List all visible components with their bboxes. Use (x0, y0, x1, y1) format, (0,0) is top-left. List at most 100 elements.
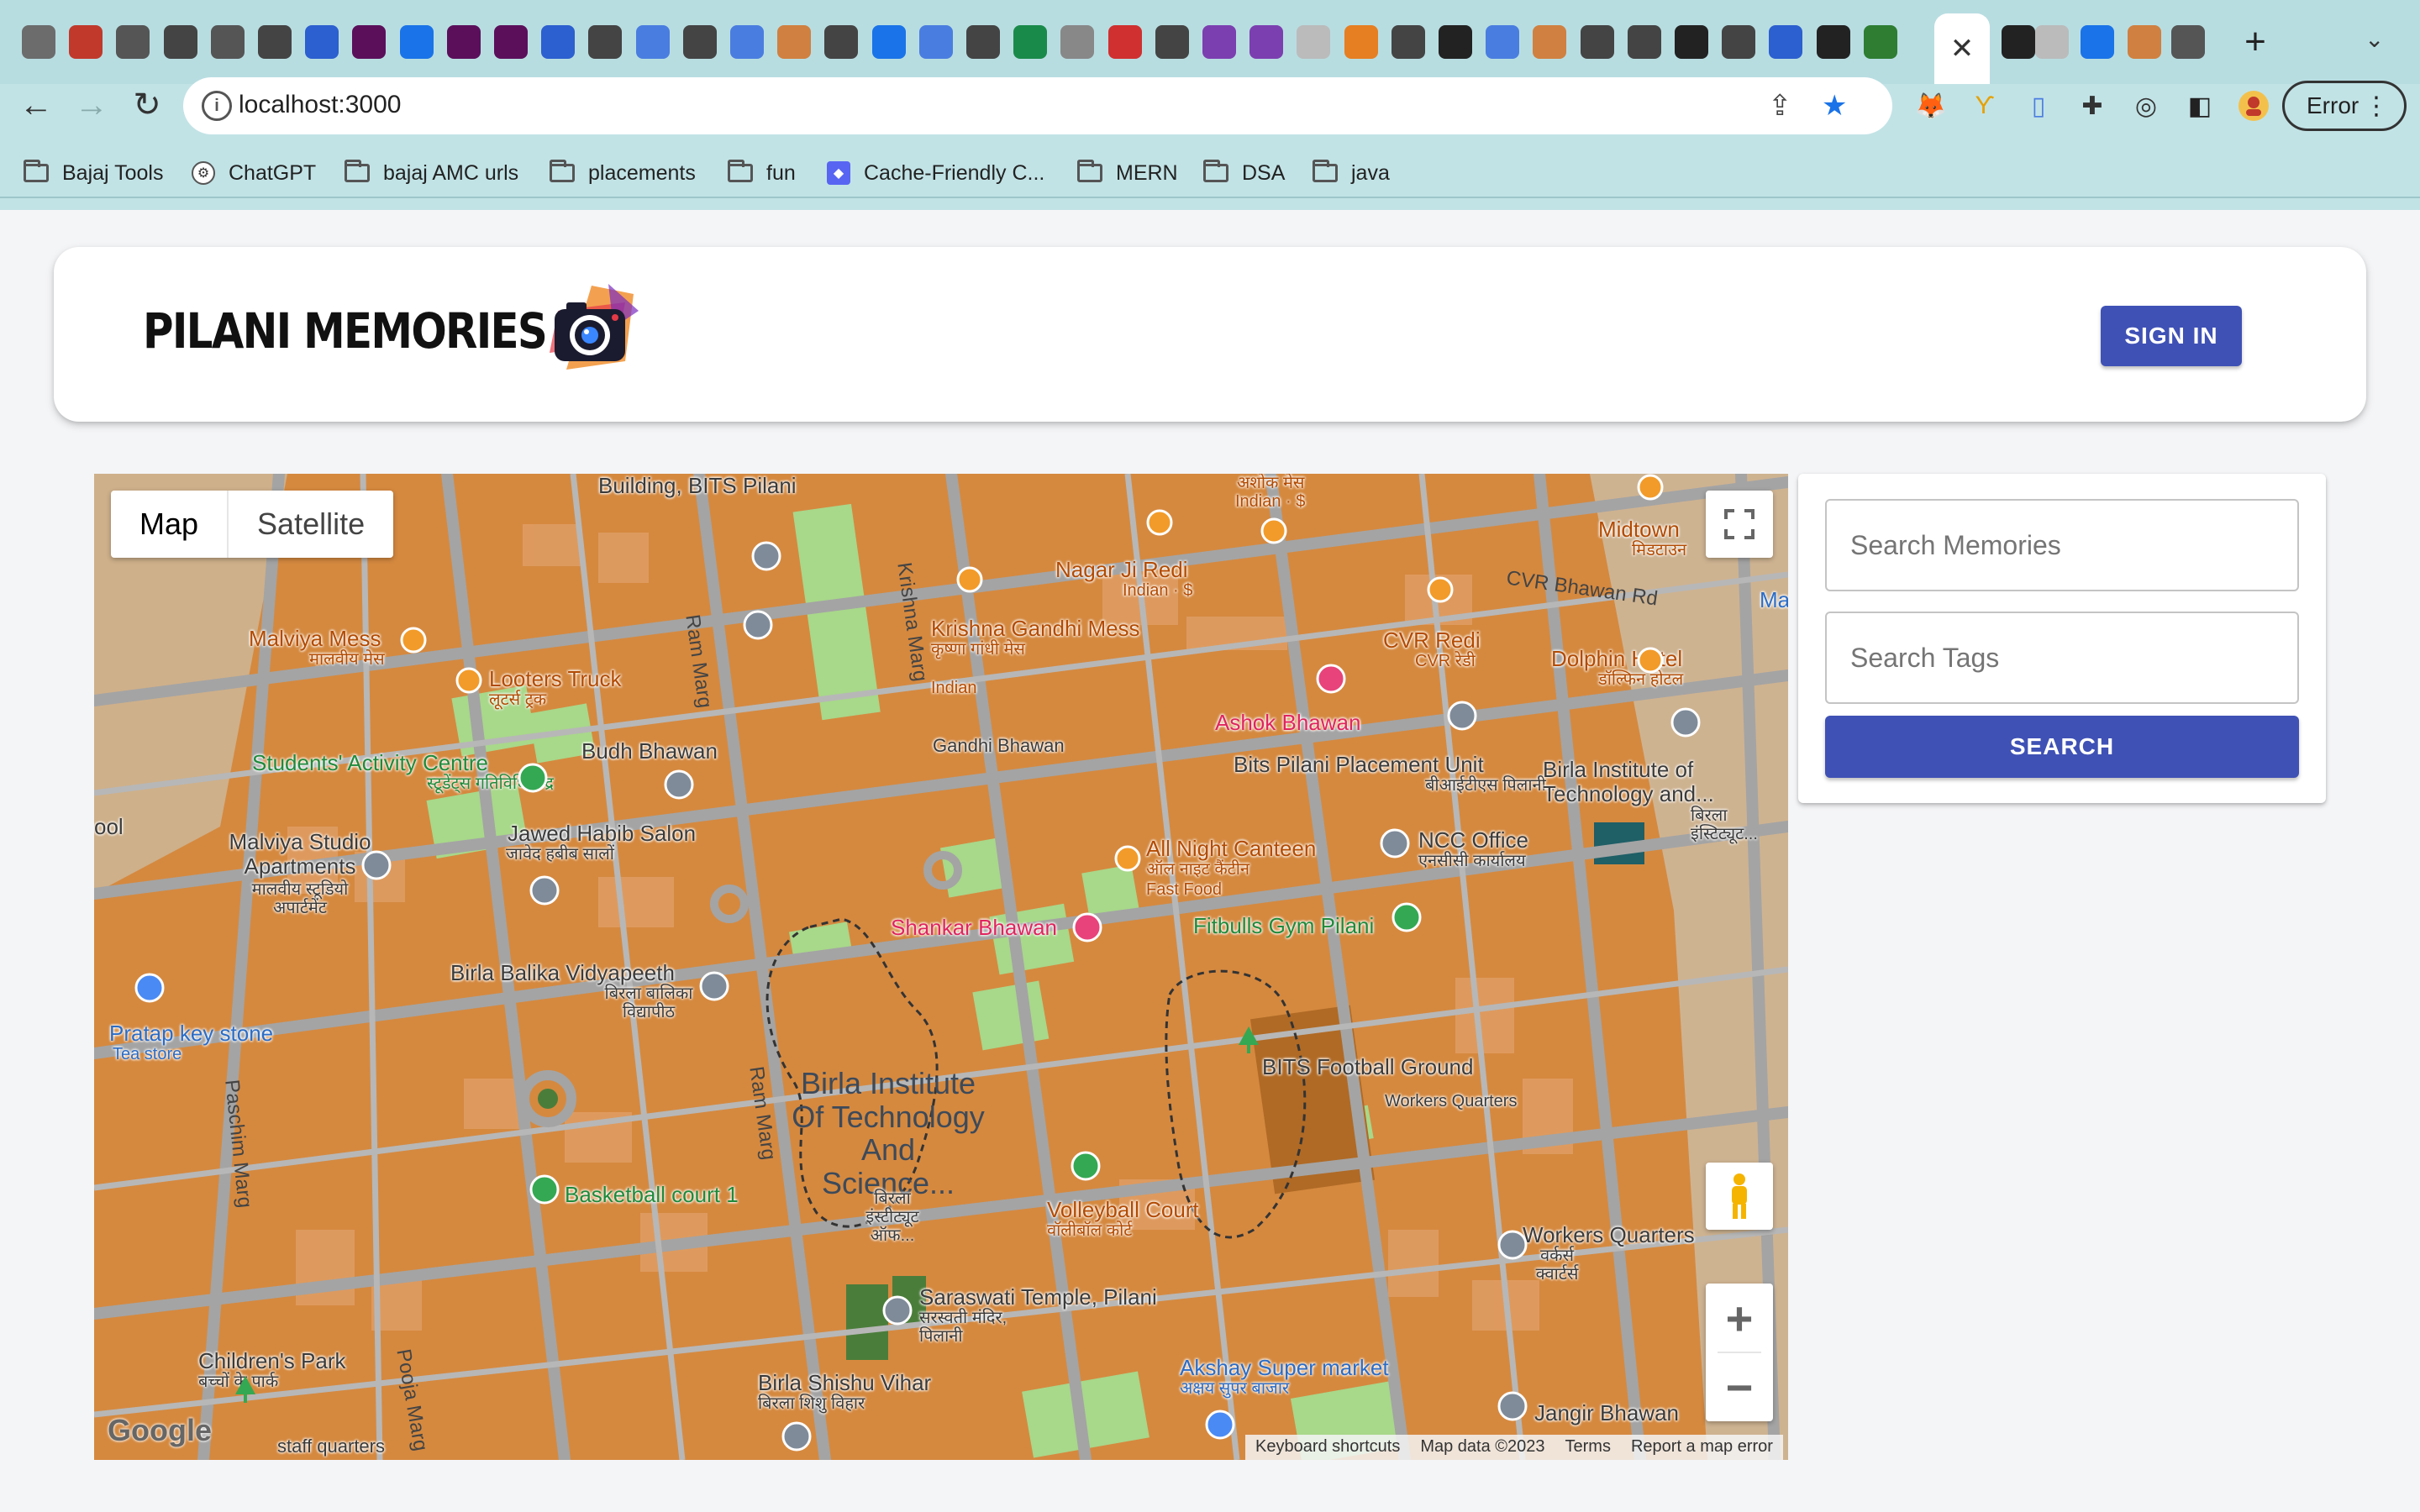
bookmark-mern[interactable]: MERN (1077, 156, 1178, 190)
tab-favicon-arrow-icon[interactable] (730, 25, 764, 59)
tab-favicon-safari-icon[interactable] (163, 25, 197, 59)
restaurant-pin-icon (1637, 647, 1664, 674)
site-info-icon[interactable]: i (202, 91, 232, 121)
tab-favicon-icon[interactable] (2002, 25, 2035, 59)
bookmark-fun[interactable]: fun (728, 156, 796, 190)
google-logo: Google (108, 1413, 212, 1447)
bookmark-dsa[interactable]: DSA (1203, 156, 1285, 190)
tab-favicon-arrow-icon[interactable] (1486, 25, 1520, 59)
tab-favicon-icon[interactable] (2171, 25, 2205, 59)
tab-favicon-diamond-icon[interactable] (399, 25, 434, 59)
tab-favicon-windows-icon[interactable] (1344, 25, 1378, 59)
side-panel-icon[interactable]: ◧ (2181, 87, 2218, 124)
tab-favicon-chrome-icon[interactable] (918, 25, 953, 59)
tab-favicon-runner-icon[interactable] (1107, 25, 1142, 59)
tab-favicon-diamond-icon[interactable] (871, 25, 906, 59)
hotel-pin-icon (1316, 664, 1346, 694)
address-bar[interactable]: i localhost:3000 ⇪ ★ (183, 77, 1892, 134)
tab-favicon-github-icon[interactable] (1816, 25, 1850, 59)
back-arrow-icon[interactable]: ← (15, 84, 57, 126)
tab-favicon-moon-icon[interactable] (1769, 25, 1803, 59)
sign-in-button[interactable]: SIGN IN (2101, 306, 2242, 366)
url-text[interactable]: localhost:3000 (239, 91, 401, 119)
tab-favicon-notion-icon[interactable] (69, 25, 103, 59)
keyboard-shortcuts-link[interactable]: Keyboard shortcuts (1245, 1435, 1410, 1460)
share-icon[interactable]: ⇪ (1768, 89, 1792, 123)
tab-favicon-icon[interactable] (2128, 25, 2161, 59)
tab-favicon-chrome-icon[interactable] (1580, 25, 1614, 59)
tab-favicon-generic-icon[interactable] (305, 25, 339, 59)
shopping-pin-icon (1205, 1410, 1235, 1440)
tab-favicon-chrome-icon[interactable] (588, 25, 623, 59)
tab-favicon-chrome-icon[interactable] (1391, 25, 1425, 59)
metamask-extension-icon[interactable]: 🦊 (1912, 87, 1949, 124)
extension-icon[interactable]: ◎ (2128, 87, 2165, 124)
close-tab-icon[interactable]: ✕ (1950, 32, 1975, 66)
bookmark-chatgpt[interactable]: ⚙ ChatGPT (192, 156, 316, 190)
tab-favicon-chrome-icon[interactable] (1155, 25, 1189, 59)
tab-favicon-chrome-icon[interactable] (682, 25, 717, 59)
tab-favicon-google-icon[interactable] (1060, 25, 1095, 59)
search-button[interactable]: SEARCH (1825, 716, 2299, 778)
folder-icon (550, 160, 575, 182)
profile-avatar-icon[interactable] (2235, 87, 2272, 124)
new-tab-button[interactable]: + (2235, 21, 2275, 62)
restaurant-pin-icon (1637, 474, 1664, 501)
brand-title[interactable]: PILANI MEMORIES (143, 302, 548, 360)
tab-favicon-xd-icon[interactable] (352, 25, 387, 59)
school-pin-icon (699, 971, 729, 1001)
tab-favicon-feather-icon[interactable] (777, 25, 812, 59)
tab-favicon-xd-icon[interactable] (494, 25, 528, 59)
tab-favicon-icon[interactable] (2081, 25, 2114, 59)
camera-logo-icon (550, 284, 639, 370)
bookmark-placements[interactable]: placements (550, 156, 696, 190)
search-memories-input[interactable] (1825, 499, 2299, 591)
tab-favicon-chrome-icon[interactable] (1627, 25, 1661, 59)
google-map[interactable]: Map Satellite + − Building, BITS Pilani … (94, 474, 1788, 1460)
tab-search-chevron-icon[interactable]: ⌄ (2365, 25, 2384, 53)
tab-favicon-figma-icon[interactable] (210, 25, 245, 59)
tab-favicon-github-icon[interactable] (1675, 25, 1708, 59)
tab-favicon-feather-icon[interactable] (1533, 25, 1567, 59)
hotel-pin-icon (1072, 912, 1102, 942)
bookmark-bajaj-tools[interactable]: Bajaj Tools (24, 156, 163, 190)
tab-favicon-chrome-icon[interactable] (1722, 25, 1756, 59)
tab-favicon-figma-icon[interactable] (116, 25, 150, 59)
reload-icon[interactable]: ↻ (126, 84, 168, 126)
tab-favicon-api-icon[interactable] (635, 25, 670, 59)
tab-favicon-generic-icon[interactable] (1297, 25, 1331, 59)
report-error-link[interactable]: Report a map error (1621, 1435, 1783, 1460)
restaurant-pin-icon (1146, 509, 1173, 536)
profile-error-button[interactable]: Error ⋮ (2282, 81, 2407, 131)
park-pin-icon (1071, 1151, 1101, 1181)
more-menu-icon[interactable]: ⋮ (2364, 92, 2389, 121)
tab-favicon-u-icon[interactable] (1249, 25, 1284, 59)
bookmark-star-icon[interactable]: ★ (1822, 89, 1847, 123)
search-tags-input[interactable] (1825, 612, 2299, 704)
tab-favicon-github-icon[interactable] (1439, 25, 1472, 59)
tab-favicon-chrome-icon[interactable] (824, 25, 859, 59)
chrome-divider (0, 197, 2420, 198)
terms-link[interactable]: Terms (1555, 1435, 1621, 1460)
tab-favicon-generic-icon[interactable] (541, 25, 576, 59)
tab-favicon-icon[interactable] (2035, 25, 2069, 59)
tab-favicon-xd-icon[interactable] (446, 25, 481, 59)
forward-arrow-icon[interactable]: → (71, 84, 113, 126)
tab-favicon-infinity-icon[interactable] (1863, 25, 1897, 59)
active-tab[interactable]: ✕ (1934, 13, 1990, 84)
tab-favicon-chatgpt-icon[interactable] (22, 25, 55, 59)
extension-icon[interactable]: ϒ (1966, 87, 2003, 124)
tab-favicon-u-icon[interactable] (1202, 25, 1236, 59)
bookmark-java[interactable]: java (1313, 156, 1390, 190)
tab-favicon-chrome-icon[interactable] (258, 25, 292, 59)
folder-icon (1077, 160, 1102, 182)
tab-favicon-chrome-icon[interactable] (966, 25, 1000, 59)
park-pin-icon (518, 763, 548, 793)
extension-icon[interactable]: ▯ (2020, 87, 2057, 124)
bookmark-cache-friendly[interactable]: ◆ Cache-Friendly C... (827, 156, 1044, 190)
restaurant-pin-icon (400, 627, 427, 654)
puzzle-extensions-icon[interactable]: ✚ (2074, 87, 2111, 124)
bookmark-bajaj-amc-urls[interactable]: bajaj AMC urls (345, 156, 518, 190)
place-pin-icon (664, 769, 694, 800)
tab-favicon-w-icon[interactable] (1013, 25, 1048, 59)
